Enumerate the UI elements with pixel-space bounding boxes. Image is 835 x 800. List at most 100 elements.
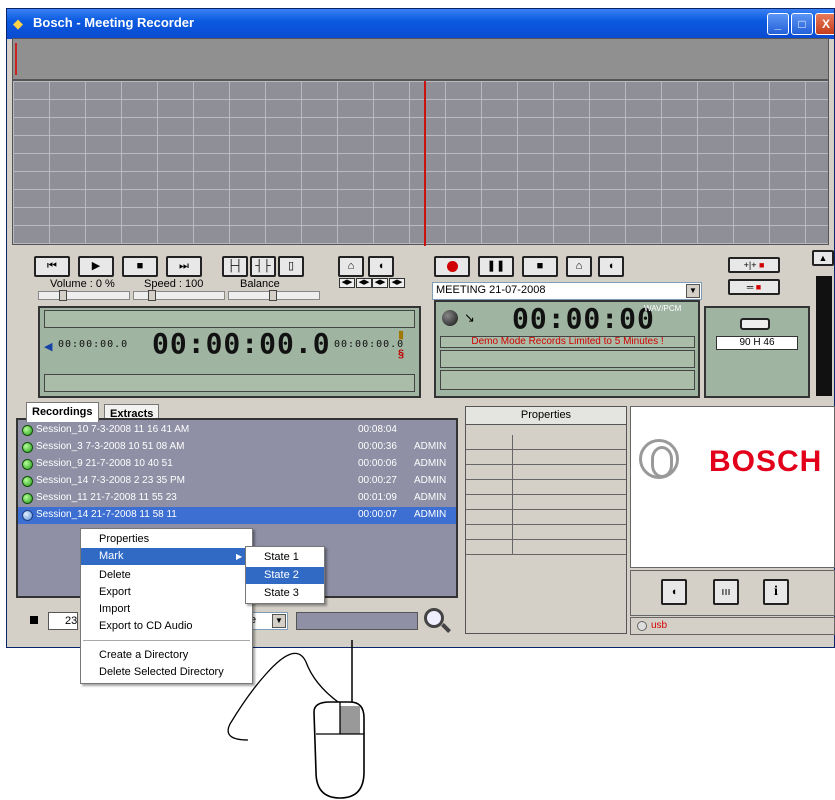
menu-item-export[interactable]: Export xyxy=(81,584,252,601)
collapse-up-icon[interactable]: ▲ xyxy=(812,250,834,266)
waveform-grid[interactable] xyxy=(12,80,829,246)
status-dot-icon xyxy=(22,493,33,504)
zoom-in-icon[interactable]: ├┤ xyxy=(222,256,248,277)
zoom-out-icon[interactable]: ┤├ xyxy=(250,256,276,277)
time-start: 00:00:00.0 xyxy=(58,339,129,350)
fast-forward-button[interactable]: ⏭ xyxy=(166,256,202,277)
record-stop-button[interactable]: ■ xyxy=(522,256,558,277)
submenu-arrow-icon: ▶ xyxy=(236,552,243,561)
mixer-toggle-icon[interactable]: ═ ■ xyxy=(728,279,780,295)
flag-icon: § xyxy=(398,348,405,360)
brand-wordmark: BOSCH xyxy=(709,445,823,478)
usb-status-label: usb xyxy=(651,620,668,631)
recording-user: ADMIN xyxy=(414,441,447,452)
record-marker-icon[interactable]: ⌂ xyxy=(566,256,592,277)
menu-item-mark[interactable]: Mark xyxy=(81,548,252,565)
meeting-name-select[interactable]: MEETING 21-07-2008 ▼ xyxy=(432,282,702,300)
disk-status-display: 90 H 46 xyxy=(704,306,810,398)
microphone-settings-icon[interactable]: ◖ xyxy=(661,579,687,605)
menu-item-properties[interactable]: Properties xyxy=(81,531,252,548)
stop-button[interactable]: ■ xyxy=(122,256,158,277)
mark-submenu: State 1 State 2 State 3 xyxy=(245,546,325,604)
usb-status-icon xyxy=(637,621,647,631)
level-meter xyxy=(816,276,832,396)
table-row[interactable]: Session_14 21-7-2008 11 58 11 00:00:07 ADM… xyxy=(18,507,456,524)
clipboard-icon[interactable]: ▯ xyxy=(278,256,304,277)
microphone-off-icon: ↘ xyxy=(464,310,475,325)
status-bar: usb xyxy=(630,617,835,635)
record-led-icon xyxy=(442,310,458,326)
table-row[interactable]: Session_11 21-7-2008 11 55 23 00:01:09 ADM… xyxy=(18,490,456,507)
balance-label: Balance xyxy=(240,278,280,290)
chevron-down-icon[interactable]: ▼ xyxy=(272,614,286,628)
tab-recordings[interactable]: Recordings xyxy=(26,402,99,422)
microphone-icon[interactable]: ◖ xyxy=(368,256,394,277)
index-field[interactable]: 23 xyxy=(48,612,78,630)
pause-button[interactable]: ❚❚ xyxy=(478,256,514,277)
channel-toggle-icon[interactable]: +|+ ■ xyxy=(728,257,780,273)
marker-icon[interactable]: ⌂ xyxy=(338,256,364,277)
menu-item-delete[interactable]: Delete xyxy=(81,567,252,584)
window-title: Bosch - Meeting Recorder xyxy=(33,15,195,30)
properties-header: Properties xyxy=(466,407,626,425)
info-icon[interactable]: i xyxy=(763,579,789,605)
submenu-item-state-2[interactable]: State 2 xyxy=(246,567,324,584)
submenu-item-state-1[interactable]: State 1 xyxy=(246,549,324,566)
app-icon: ◆ xyxy=(13,16,23,31)
mouse-illustration xyxy=(227,640,365,799)
tool-panel: ◖ ııı i xyxy=(630,570,835,616)
recording-user: ADMIN xyxy=(414,458,447,469)
close-button[interactable]: X xyxy=(815,13,834,35)
recording-name: Session_10 7-3-2008 11 16 41 AM xyxy=(36,424,190,435)
next-mark-icon[interactable]: ◀▶ xyxy=(356,278,372,288)
channels-icon[interactable]: ııı xyxy=(713,579,739,605)
recording-duration: 00:00:06 xyxy=(358,458,397,469)
recording-name: Session_3 7-3-2008 10 51 08 AM xyxy=(36,441,185,452)
prev-seg-icon[interactable]: ◀▶ xyxy=(372,278,388,288)
recording-name: Session_14 21-7-2008 11 58 11 xyxy=(36,509,177,520)
status-dot-icon xyxy=(22,459,33,470)
maximize-button[interactable]: □ xyxy=(791,13,813,35)
recording-name: Session_14 7-3-2008 2 23 35 PM xyxy=(36,475,185,486)
table-row[interactable]: Session_14 7-3-2008 2 23 35 PM 00:00:27 AD… xyxy=(18,473,456,490)
table-row[interactable]: Session_3 7-3-2008 10 51 08 AM 00:00:36 AD… xyxy=(18,439,456,456)
status-dot-icon xyxy=(22,442,33,453)
properties-grid xyxy=(466,435,626,555)
record-button[interactable] xyxy=(434,256,470,277)
search-input[interactable] xyxy=(296,612,418,630)
speaker-icon: ◀ xyxy=(44,341,53,353)
submenu-item-state-3[interactable]: State 3 xyxy=(246,585,324,602)
track-overview[interactable] xyxy=(12,38,829,80)
play-button[interactable]: ▶ xyxy=(78,256,114,277)
next-seg-icon[interactable]: ◀▶ xyxy=(389,278,405,288)
recording-name: Session_9 21-7-2008 10 40 51 xyxy=(36,458,173,469)
menu-item-export-to-cd-audio[interactable]: Export to CD Audio xyxy=(81,618,252,635)
recording-name: Session_11 21-7-2008 11 55 23 xyxy=(36,492,177,503)
recording-duration: 00:08:04 xyxy=(358,424,397,435)
playhead-marker[interactable] xyxy=(424,81,426,246)
recorder-display: ↘ 00:00:00 WAV/PCM Demo Mode Records Lim… xyxy=(434,300,700,398)
recording-duration: 00:00:07 xyxy=(358,509,397,520)
volume-label: Volume : 0 % xyxy=(50,278,115,290)
chevron-down-icon[interactable]: ▼ xyxy=(686,284,700,298)
volume-slider[interactable] xyxy=(38,290,130,301)
title-bar: ◆ Bosch - Meeting Recorder _ □ X xyxy=(7,9,834,39)
menu-item-import[interactable]: Import xyxy=(81,601,252,618)
table-row[interactable]: Session_10 7-3-2008 11 16 41 AM 00:08:04 xyxy=(18,422,456,439)
balance-slider[interactable] xyxy=(228,290,320,301)
status-dot-icon xyxy=(22,510,33,521)
speed-slider[interactable] xyxy=(133,290,225,301)
table-row[interactable]: Session_9 21-7-2008 10 40 51 00:00:06 ADMI… xyxy=(18,456,456,473)
recording-duration: 00:01:09 xyxy=(358,492,397,503)
clipboard-icon: ▮ xyxy=(398,329,405,341)
record-microphone-icon[interactable]: ◖ xyxy=(598,256,624,277)
playback-display: ◀ 00:00:00.0 00:00:00.0 00:00:00.0 ▮ § xyxy=(38,306,421,398)
recording-duration: 00:00:36 xyxy=(358,441,397,452)
minimize-button[interactable]: _ xyxy=(767,13,789,35)
demo-mode-message: Demo Mode Records Limited to 5 Minutes ! xyxy=(471,336,664,347)
recording-user: ADMIN xyxy=(414,492,447,503)
rewind-button[interactable]: ⏮ xyxy=(34,256,70,277)
prev-mark-icon[interactable]: ◀▶ xyxy=(339,278,355,288)
disk-icon xyxy=(740,318,770,330)
status-dot-icon xyxy=(22,476,33,487)
